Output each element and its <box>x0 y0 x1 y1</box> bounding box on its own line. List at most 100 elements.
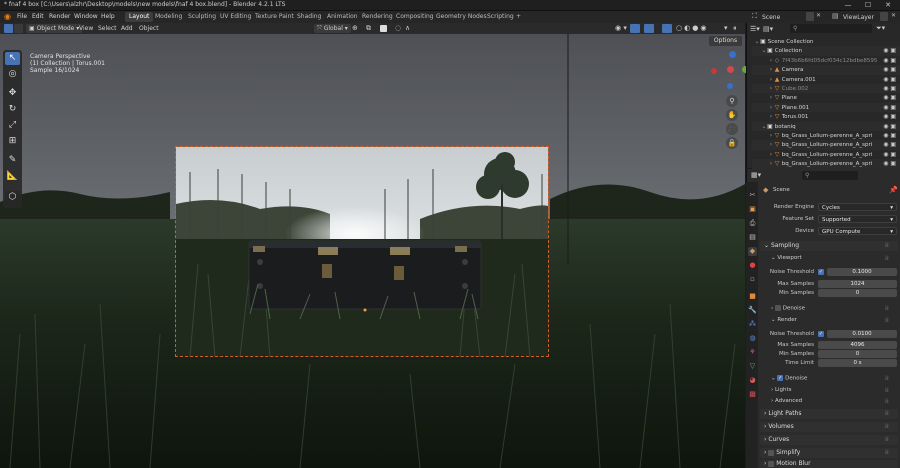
tool-tab-icon[interactable]: ✂ <box>748 191 757 200</box>
render-subpanel-header[interactable]: ⌄ Render <box>771 317 797 323</box>
xray-toggle-icon[interactable] <box>662 24 672 33</box>
orientation-dropdown[interactable]: ⤧ Global ▾ <box>314 24 351 33</box>
advanced-drag-icon[interactable]: ⁞⁞ <box>885 398 889 405</box>
select-tool-icon[interactable]: ↖ <box>5 52 20 65</box>
lights-subpanel[interactable]: › Lights <box>771 387 792 393</box>
pause-render-icon[interactable]: ⏸ <box>733 24 737 33</box>
render-engine-dropdown[interactable]: Cycles ▾ <box>818 203 897 211</box>
visibility-toggle-icon[interactable]: ◉ ▣ <box>883 159 896 168</box>
outliner-display-icon[interactable]: ▤▾ <box>763 25 773 33</box>
overlay-toggle-icon[interactable] <box>644 24 654 33</box>
add-workspace-icon[interactable]: + <box>516 13 521 20</box>
select-extend-icon[interactable] <box>14 24 23 33</box>
motion-blur-panel[interactable]: › Motion Blur <box>760 460 898 468</box>
pan-hand-icon[interactable]: ✋ <box>726 109 738 121</box>
visibility-toggle-icon[interactable]: ◉ ▣ <box>883 122 896 131</box>
outliner-row[interactable]: › ▽ Torus.001 ◉ ▣ <box>752 112 900 121</box>
options-dropdown[interactable]: Options <box>709 36 742 46</box>
shading-mode-icons[interactable]: ○◐●◉ <box>676 24 708 32</box>
collection-tab-icon[interactable]: ▫ <box>748 275 757 284</box>
visibility-toggle-icon[interactable]: ◉ ▣ <box>883 150 896 159</box>
pin-icon[interactable]: 📌 <box>889 186 898 194</box>
outliner-row[interactable]: ⌄▣ Scene Collection <box>752 37 900 46</box>
outliner-row[interactable]: ⌄▣ Collection ◉ ▣ <box>752 46 900 56</box>
visibility-toggle-icon[interactable]: ◉ ▣ <box>883 131 896 140</box>
volumes-drag-icon[interactable]: ⁞⁞ <box>885 423 889 430</box>
vp-max-samples-field[interactable]: 1024 <box>818 280 897 288</box>
tab-uv-editing[interactable]: UV Editing <box>216 12 255 22</box>
modifier-tab-icon[interactable]: 🔧 <box>748 306 757 315</box>
outliner-row[interactable]: › ▲ Camera ◉ ▣ <box>752 65 900 75</box>
menu-view[interactable]: View <box>79 24 93 33</box>
gizmo-x-negative-icon[interactable] <box>711 68 717 74</box>
zoom-icon[interactable]: ⚲ <box>726 95 738 107</box>
select-box-mode-icon[interactable] <box>4 24 13 33</box>
vp-noise-threshold-checkbox[interactable]: ✓ <box>818 269 824 275</box>
menu-add[interactable]: Add <box>121 24 133 33</box>
constraints-tab-icon[interactable]: ⚘ <box>748 348 757 357</box>
outliner-row[interactable]: ⌄▣ botaniq ◉ ▣ <box>752 121 900 131</box>
world-tab-icon[interactable]: ● <box>748 261 757 270</box>
view-layer-tab-icon[interactable]: ▤ <box>748 233 757 242</box>
gizmo-z-axis-icon[interactable] <box>729 51 736 58</box>
curves-panel[interactable]: › Curves <box>760 435 898 445</box>
close-button[interactable]: ✕ <box>878 0 898 11</box>
outliner-row[interactable]: › ◇ 7f43b6b6fd05dcf034c12bdbe8595 ◉ ▣ <box>752 56 900 65</box>
outliner-row[interactable]: › ▽ bq_Grass_Lolium-perenne_A_spri ◉ ▣ <box>752 140 900 150</box>
material-tab-icon[interactable]: ◕ <box>748 376 757 385</box>
r-noise-threshold-checkbox[interactable]: ✓ <box>818 331 824 337</box>
r-noise-threshold-field[interactable]: 0.0100 <box>827 330 897 338</box>
scene-selector[interactable]: Scene <box>762 13 780 22</box>
feature-set-dropdown[interactable]: Supported ▾ <box>818 215 897 223</box>
device-dropdown[interactable]: GPU Compute ▾ <box>818 227 897 235</box>
viewport-drag-icon[interactable]: ⁞⁞ <box>885 255 889 262</box>
sampling-panel-header[interactable]: ⌄ Sampling <box>760 241 898 251</box>
rotate-tool-icon[interactable]: ↻ <box>5 103 20 116</box>
snap-icon[interactable]: ⧉ <box>366 24 371 33</box>
tab-shading[interactable]: Shading <box>293 12 325 22</box>
new-view-layer-icon[interactable] <box>880 12 888 21</box>
menu-window[interactable]: Window <box>74 13 98 20</box>
vp-denoise-checkbox[interactable] <box>774 305 781 311</box>
gizmo-toggle-icon[interactable] <box>630 24 640 33</box>
outliner-row[interactable]: › ▽ bq_Grass_Lolium-perenne_A_spri ◉ ▣ <box>752 159 900 169</box>
properties-editor-icon[interactable]: ▦▾ <box>751 171 761 179</box>
vp-denoise-drag-icon[interactable]: ⁞⁞ <box>885 305 889 312</box>
outliner-row[interactable]: › ▽ bq_Grass_Lolium-perenne_A_spri ◉ ▣ <box>752 131 900 140</box>
r-max-samples-field[interactable]: 4096 <box>818 341 897 349</box>
tab-texture-paint[interactable]: Texture Paint <box>251 12 298 22</box>
r-time-limit-field[interactable]: 0 s <box>818 359 897 367</box>
add-cube-tool-icon[interactable]: ⬡ <box>5 191 20 204</box>
r-min-samples-field[interactable]: 0 <box>818 350 897 358</box>
cursor-tool-icon[interactable]: ◎ <box>5 68 20 81</box>
move-tool-icon[interactable]: ✥ <box>5 87 20 100</box>
outliner-row[interactable]: › ▲ Camera.001 ◉ ▣ <box>752 75 900 84</box>
delete-scene-icon[interactable]: ✕ <box>816 12 821 19</box>
scale-tool-icon[interactable]: ⤢ <box>5 119 20 132</box>
menu-help[interactable]: Help <box>101 13 115 20</box>
menu-render[interactable]: Render <box>49 13 70 20</box>
vp-noise-threshold-field[interactable]: 0.1000 <box>827 268 897 276</box>
scene-tab-icon[interactable]: ◆ <box>748 247 757 256</box>
tab-compositing[interactable]: Compositing <box>392 12 438 22</box>
curves-drag-icon[interactable]: ⁞⁞ <box>885 436 889 443</box>
filter-icon[interactable]: ⏷▾ <box>876 24 885 33</box>
render-tab-icon[interactable]: ▣ <box>748 205 757 214</box>
visibility-toggle-icon[interactable]: ◉ ▣ <box>883 75 896 84</box>
advanced-subpanel[interactable]: › Advanced <box>771 398 802 404</box>
tab-scripting[interactable]: Scripting <box>483 12 518 22</box>
data-tab-icon[interactable]: ▽ <box>748 362 757 371</box>
output-tab-icon[interactable]: ⎙ <box>748 219 757 228</box>
pivot-icon[interactable]: ⊕ <box>352 24 358 32</box>
outliner-row[interactable]: › ▽ Plane.001 ◉ ▣ <box>752 102 900 113</box>
shading-options-icon[interactable]: ▾ <box>724 24 728 32</box>
menu-object[interactable]: Object <box>139 24 159 33</box>
sampling-drag-icon[interactable]: ⁞⁞ <box>885 242 889 249</box>
camera-view-icon[interactable]: 🎥 <box>726 123 738 135</box>
outliner-row[interactable]: › ▽ bq_Grass_Lolium-perenne_A_spri ◉ ▣ <box>752 150 900 159</box>
tab-sculpting[interactable]: Sculpting <box>184 12 220 22</box>
gizmo-z-negative-icon[interactable] <box>727 83 733 89</box>
measure-tool-icon[interactable]: 📐 <box>5 170 20 183</box>
visibility-toggle-icon[interactable]: ◉ ▣ <box>883 46 896 55</box>
lights-drag-icon[interactable]: ⁞⁞ <box>885 387 889 394</box>
